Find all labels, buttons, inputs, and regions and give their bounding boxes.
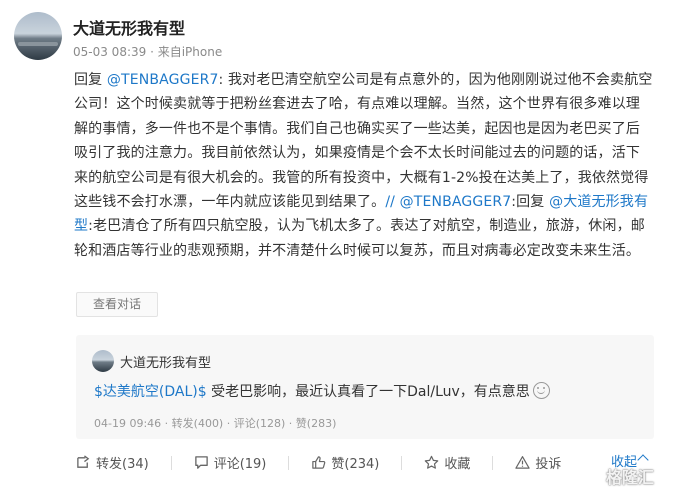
repost-label: 转发(34) xyxy=(96,457,149,472)
quoted-body: 受老巴影响，最近认真看了一下Dal/Luv，有点意思 xyxy=(206,384,530,400)
quoted-author-name[interactable]: 大道无形我有型 xyxy=(120,352,211,371)
author-name[interactable]: 大道无形我有型 xyxy=(73,15,185,39)
post-meta: 05-03 08:39 · 来自iPhone xyxy=(73,45,223,59)
star-icon xyxy=(425,455,439,469)
post-text: :老巴清仓了所有四只航空股，认为飞机太多了。表达了对航空，制造业，旅游，休闲，邮… xyxy=(74,218,645,259)
divider xyxy=(288,455,290,470)
divider xyxy=(492,455,494,470)
thumbs-up-icon xyxy=(312,456,326,469)
report-button[interactable]: 投诉 xyxy=(515,453,561,472)
like-button[interactable]: 赞(234) xyxy=(311,453,379,472)
post-body: 回复 @TENBAGGER7: 我对老巴清空航空公司是有点意外的，因为他刚刚说过… xyxy=(74,68,654,263)
favorite-label: 收藏 xyxy=(444,457,471,472)
post-text: :回复 xyxy=(511,194,550,211)
quoted-author-avatar[interactable] xyxy=(92,350,114,372)
repost-icon xyxy=(77,455,90,468)
comment-icon xyxy=(194,456,208,469)
like-label: 赞(234) xyxy=(331,457,380,472)
view-conversation-button[interactable]: 查看对话 xyxy=(76,292,158,317)
quoted-text: $达美航空(DAL)$ 受老巴影响，最近认真看了一下Dal/Luv，有点意思 xyxy=(94,381,550,401)
reply-prefix: 回复 xyxy=(74,72,107,88)
quoted-meta: 04-19 09:46 · 转发(400) · 评论(128) · 赞(283) xyxy=(94,417,337,430)
favorite-button[interactable]: 收藏 xyxy=(424,453,470,472)
comment-button[interactable]: 评论(19) xyxy=(194,453,267,472)
watermark-logo: 格隆汇 xyxy=(606,468,655,487)
post-text: : 我对老巴清空航空公司是有点意外的，因为他刚刚说过他不会卖航空公司！这个时候卖… xyxy=(74,72,653,211)
stock-tag-link[interactable]: $达美航空(DAL)$ xyxy=(94,384,207,400)
action-bar: 转发(34) 评论(19) 赞(234) 收藏 投诉 xyxy=(76,453,583,472)
mention-link[interactable]: // @TENBAGGER7 xyxy=(385,194,511,210)
quoted-post[interactable]: 大道无形我有型 $达美航空(DAL)$ 受老巴影响，最近认真看了一下Dal/Lu… xyxy=(76,335,654,439)
repost-button[interactable]: 转发(34) xyxy=(76,453,149,472)
divider xyxy=(401,455,403,470)
mention-link[interactable]: @TENBAGGER7 xyxy=(107,72,219,88)
smile-icon xyxy=(532,382,550,399)
author-avatar[interactable] xyxy=(14,12,62,60)
report-label: 投诉 xyxy=(535,457,562,472)
divider xyxy=(170,455,172,470)
warning-icon xyxy=(515,456,531,469)
comment-label: 评论(19) xyxy=(213,457,267,472)
